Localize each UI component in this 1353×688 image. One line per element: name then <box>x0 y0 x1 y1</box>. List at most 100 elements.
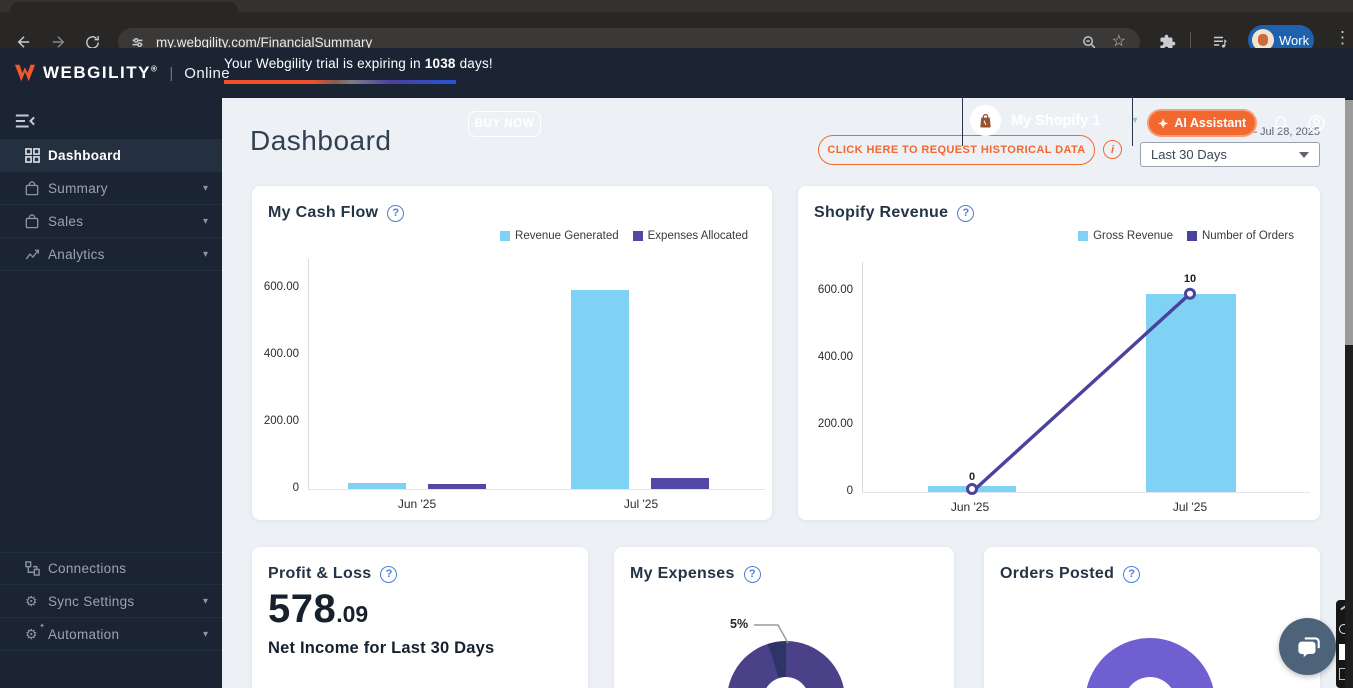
y-tick-label: 200.00 <box>798 418 853 430</box>
donut-hole <box>1124 677 1176 688</box>
browser-tab[interactable] <box>10 2 238 12</box>
app-header: WEBGILITY® | Online Your Webgility trial… <box>0 48 1353 98</box>
chat-widget-button[interactable] <box>1279 618 1336 675</box>
trial-text: Your Webgility trial is expiring in 1038… <box>224 56 493 71</box>
card-title: Profit & Loss <box>268 565 371 583</box>
store-name: My Shopify 1 <box>1011 113 1100 129</box>
card-title: Orders Posted <box>1000 565 1114 583</box>
gear-icon: ⚙ <box>25 593 41 610</box>
y-tick-label: 200.00 <box>252 415 299 427</box>
trial-progress-bar <box>224 80 456 84</box>
y-axis-line <box>308 259 309 489</box>
y-tick-label: 600.00 <box>798 284 853 296</box>
page-title: Dashboard <box>250 125 391 157</box>
bar-gross-revenue-jun-25 <box>928 486 1016 492</box>
bag-icon <box>25 214 41 229</box>
cash-flow-chart: 0200.00400.00600.00Jun '25Jul '25 <box>252 186 772 520</box>
sidebar-item-sync-settings[interactable]: ⚙ Sync Settings ▾ <box>0 585 222 618</box>
chat-bubbles-icon <box>1293 632 1323 662</box>
expenses-donut-chart <box>727 641 845 688</box>
sidebar-item-sales[interactable]: Sales ▾ <box>0 205 222 238</box>
chevron-down-icon: ▾ <box>203 596 208 607</box>
page-scrollbar-thumb[interactable] <box>1345 100 1353 345</box>
chevron-down-icon: ▾ <box>203 249 208 260</box>
chevron-down-icon: ▾ <box>203 629 208 640</box>
sidebar-item-summary[interactable]: Summary ▾ <box>0 172 222 205</box>
bar-expenses-allocated-jul-25 <box>651 478 709 489</box>
x-axis-line <box>308 489 765 490</box>
sidebar-item-connections[interactable]: Connections <box>0 552 222 585</box>
line-point-label: 10 <box>1175 273 1205 285</box>
bar-gross-revenue-jul-25 <box>1146 294 1236 492</box>
chevron-down-icon: ▾ <box>203 183 208 194</box>
period-select[interactable]: Last 30 Days <box>1140 142 1320 167</box>
collapse-menu-icon <box>14 113 36 129</box>
card-title: My Expenses <box>630 565 735 583</box>
x-axis-line <box>862 492 1310 493</box>
sidebar-item-analytics[interactable]: Analytics ▾ <box>0 238 222 271</box>
x-category-label: Jul '25 <box>1150 500 1230 514</box>
y-tick-label: 600.00 <box>252 281 299 293</box>
sidebar-main-menu: Dashboard Summary ▾ Sales ▾ Analytics ▾ <box>0 139 222 271</box>
request-historical-data-button[interactable]: CLICK HERE TO REQUEST HISTORICAL DATA <box>818 135 1095 165</box>
sidebar-bottom-menu: Connections ⚙ Sync Settings ▾ ⚙✦ Automat… <box>0 552 222 651</box>
expenses-card: My Expenses ? 5% <box>614 547 954 688</box>
sidebar: Dashboard Summary ▾ Sales ▾ Analytics ▾ … <box>0 98 222 688</box>
buy-now-button[interactable]: BUY NOW <box>468 111 541 137</box>
trend-icon <box>25 248 41 261</box>
line-point-label: 0 <box>957 471 987 483</box>
sidebar-item-label: Analytics <box>48 247 105 262</box>
trial-days: 1038 <box>425 56 456 71</box>
orders-posted-card: Orders Posted ? <box>984 547 1320 688</box>
store-selector[interactable]: My Shopify 1 ▾ <box>970 105 1137 136</box>
profile-name: Work <box>1279 33 1309 48</box>
webgility-dashboard-screen: my.webgility.com/FinancialSummary ☆ Work… <box>0 0 1353 688</box>
bar-expenses-allocated-jun-25 <box>428 484 486 489</box>
notifications-button[interactable] <box>1266 109 1294 137</box>
y-axis-line <box>862 262 863 492</box>
y-tick-label: 400.00 <box>252 348 299 360</box>
callout-leader-line <box>754 621 794 647</box>
x-category-label: Jun '25 <box>930 500 1010 514</box>
chevron-down-icon: ▾ <box>203 216 208 227</box>
grid-icon <box>25 148 41 163</box>
profit-loss-card: Profit & Loss ? 578.09 Net Income for La… <box>252 547 588 688</box>
sidebar-item-dashboard[interactable]: Dashboard <box>0 139 222 172</box>
sidebar-item-automation[interactable]: ⚙✦ Automation ▾ <box>0 618 222 651</box>
period-select-value: Last 30 Days <box>1151 147 1227 162</box>
cash-flow-card: My Cash Flow ? Revenue GeneratedExpenses… <box>252 186 772 520</box>
chevron-down-icon <box>1299 152 1309 158</box>
bar-revenue-generated-jul-25 <box>571 290 629 489</box>
net-income-amount: 578.09 <box>268 587 368 632</box>
shopify-bag-icon <box>977 112 994 129</box>
donut-slice-label: 5% <box>730 617 748 631</box>
x-category-label: Jul '25 <box>601 497 681 511</box>
header-divider-2 <box>1132 96 1133 146</box>
help-icon[interactable]: ? <box>744 566 761 583</box>
account-button[interactable] <box>1302 109 1330 137</box>
y-tick-label: 0 <box>252 482 299 494</box>
browser-menu-button[interactable]: ⋮ <box>1334 28 1351 48</box>
shopify-store-avatar <box>970 105 1001 136</box>
shopify-revenue-chart: 0 200.00 400.00 600.00 Jun '25 Jul '25 0 10 <box>798 186 1320 520</box>
gear-sparkle-icon: ⚙✦ <box>25 626 41 643</box>
y-tick-label: 0 <box>798 485 853 497</box>
help-icon[interactable]: ? <box>1123 566 1140 583</box>
trial-banner: Your Webgility trial is expiring in 1038… <box>224 56 493 84</box>
brand-separator: | <box>169 65 173 82</box>
help-icon[interactable]: ? <box>380 566 397 583</box>
sidebar-item-label: Connections <box>48 561 126 576</box>
bar-revenue-generated-jun-25 <box>348 483 406 489</box>
ai-assistant-button[interactable]: ✦ AI Assistant <box>1147 109 1257 137</box>
sidebar-item-label: Summary <box>48 181 108 196</box>
bell-icon <box>1271 114 1290 133</box>
sparkle-icon: ✦ <box>1158 116 1168 131</box>
registered-mark: ® <box>151 64 158 73</box>
connections-icon <box>25 561 41 576</box>
brand: WEBGILITY® | Online <box>14 48 230 98</box>
header-divider <box>962 96 963 146</box>
info-icon[interactable]: i <box>1103 140 1122 159</box>
brand-name: WEBGILITY® <box>43 63 158 83</box>
y-tick-label: 400.00 <box>798 351 853 363</box>
sidebar-collapse-button[interactable] <box>14 110 40 132</box>
